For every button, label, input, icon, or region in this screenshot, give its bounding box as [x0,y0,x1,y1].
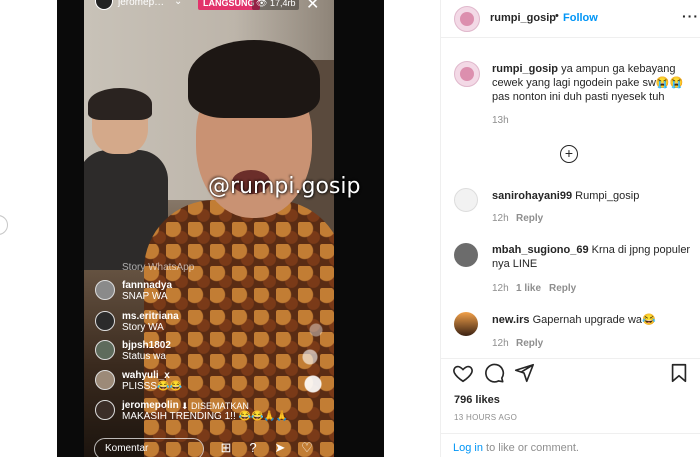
login-prompt: Log in to like or comment. [453,442,579,454]
post-timestamp[interactable]: 13 HOURS AGO [454,413,517,422]
pinned-comment-text: MAKASIH TRENDING 1!! 😂😂🙏🙏 [122,411,289,422]
comment-likes[interactable]: 1 like [516,283,541,294]
share-icon[interactable] [513,362,535,384]
action-bar [441,358,700,388]
heart-icon[interactable]: ♡ [299,440,315,456]
viewer-count-value: 17,4rb [269,0,296,8]
caption-avatar[interactable] [454,61,480,87]
heart-icon[interactable] [452,362,474,384]
background-person-hair [88,88,152,120]
post-side-panel: rumpi_gosip • Follow ··· rumpi_gosip ya … [441,0,700,457]
streamer-hair [188,40,320,118]
caption-username[interactable]: rumpi_gosip [492,63,558,75]
add-circle-icon[interactable]: + [560,145,578,163]
comment: new.irs Gapernah upgrade wa😂 [492,313,692,327]
author-avatar[interactable] [454,6,480,32]
close-icon[interactable]: ✕ [306,0,319,14]
avatar [95,370,115,390]
avatar[interactable] [454,243,478,267]
author-username[interactable]: rumpi_gosip [490,12,556,24]
avatar [95,280,115,300]
live-comment-text: SNAP WA [122,291,168,302]
streamer-username[interactable]: jeromep… [118,0,164,8]
avatar [95,340,115,360]
live-comment-text: Status wa [122,351,166,362]
reply-label: Reply [549,283,577,294]
chevron-down-icon[interactable]: ⌄ [174,0,182,7]
more-options-icon[interactable]: ··· [682,8,699,24]
avatar [95,400,115,420]
question-icon[interactable]: ? [245,440,261,456]
comment-time[interactable]: 12h [492,338,509,349]
live-comment-text: Story WhatsApp [122,262,195,273]
avatar[interactable] [454,312,478,336]
comment-username[interactable]: new.irs [492,314,530,326]
watermark: @rumpi.gosip [208,174,361,199]
live-comment-text: PLISSS😂😂 [122,381,182,392]
post-header: rumpi_gosip • Follow ··· [441,0,700,38]
login-prompt-text: to like or comment. [482,442,579,454]
comment-username[interactable]: mbah_sugiono_69 [492,244,589,256]
reply-label: Reply [516,213,544,224]
comment: mbah_sugiono_69 Krna di jpng populer nya… [492,243,692,271]
comment-time[interactable]: 12h [492,283,509,294]
comment-username[interactable]: sanirohayani99 [492,190,572,202]
like-count[interactable]: 796 likes [454,394,500,406]
avatar [95,311,115,331]
avatar[interactable] [454,188,478,212]
comment-text: Rumpi_gosip [575,190,640,202]
live-comment-text: Story WA [122,322,164,333]
caption-time[interactable]: 13h [492,115,509,126]
eye-icon: 👁 [256,0,270,8]
reply-button[interactable]: Reply [549,283,576,294]
comment-likes-label: 1 like [516,283,542,294]
live-badge: LANGSUNG [198,0,260,10]
live-comment-input[interactable]: Komentar [94,438,204,457]
viewer-count: 👁 17,4rb [252,0,300,10]
comment-text: Gapernah upgrade wa😂 [532,314,656,326]
comment: sanirohayani99 Rumpi_gosip [492,189,692,203]
floating-hearts [298,312,328,402]
previous-post-button[interactable] [0,215,8,235]
add-guest-icon[interactable]: ⊞ [218,440,234,456]
send-icon[interactable]: ➤ [272,440,288,456]
comment-icon[interactable] [483,362,505,384]
post-media: jeromep… ⌄ LANGSUNG 👁 17,4rb ✕ @rumpi.go… [0,0,441,457]
follow-button[interactable]: Follow [563,12,598,24]
comment-time[interactable]: 12h [492,213,509,224]
bookmark-icon[interactable] [668,362,690,384]
reply-label: Reply [516,338,544,349]
login-link[interactable]: Log in [453,442,483,454]
reply-button[interactable]: Reply [516,213,543,224]
live-bottom-bar: Komentar ⊞ ? ➤ ♡ [88,436,328,457]
streamer-avatar[interactable] [95,0,113,10]
post-caption: rumpi_gosip ya ampun ga kebayang cewek y… [492,62,692,104]
reply-button[interactable]: Reply [516,338,543,349]
live-top-bar: jeromep… ⌄ LANGSUNG 👁 17,4rb ✕ [88,0,328,14]
separator-dot: • [555,10,559,22]
